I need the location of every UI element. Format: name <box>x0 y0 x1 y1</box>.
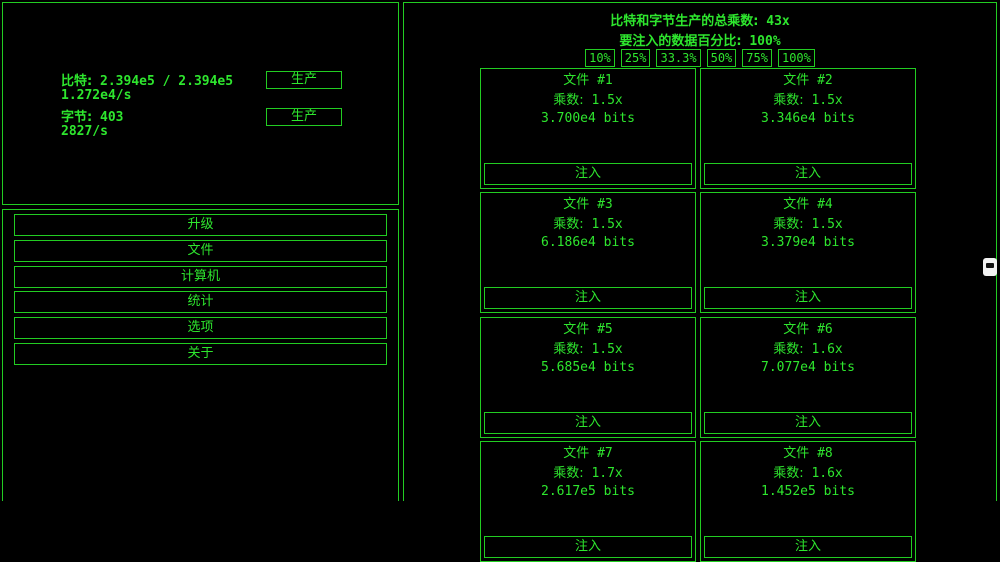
percent-options: 10% 25% 33.3% 50% 75% 100% <box>404 49 996 67</box>
produce-bits-button[interactable]: 生产 <box>266 71 342 89</box>
bits-resource: 比特: 2.394e5 / 2.394e5 1.272e4/s <box>61 75 233 103</box>
percent-50-button[interactable]: 50% <box>706 49 737 67</box>
total-multiplier-label: 比特和字节生产的总乘数: <box>610 14 759 29</box>
file-bits: 3.379e4 bits <box>761 235 855 250</box>
percent-10-button[interactable]: 10% <box>585 49 615 67</box>
file-multiplier-label: 乘数: <box>553 93 584 108</box>
file-multiplier-label: 乘数: <box>773 466 804 481</box>
file-card-1: 文件 #1 乘数: 1.5x 3.700e4 bits 注入 <box>480 68 696 189</box>
inject-button[interactable]: 注入 <box>484 536 692 558</box>
file-number: #7 <box>597 446 613 461</box>
file-multiplier-label: 乘数: <box>553 217 584 232</box>
file-number: #2 <box>817 73 833 88</box>
bytes-label: 字节: <box>61 110 93 125</box>
percent-100-button[interactable]: 100% <box>777 49 815 67</box>
percent-75-button[interactable]: 75% <box>742 49 772 67</box>
percent-33-button[interactable]: 33.3% <box>656 49 701 67</box>
file-card-5: 文件 #5 乘数: 1.5x 5.685e4 bits 注入 <box>480 317 696 438</box>
inject-button[interactable]: 注入 <box>704 412 912 434</box>
bits-rate: 1.272e4/s <box>61 88 132 103</box>
inject-percent-value: 100% <box>749 34 781 49</box>
file-multiplier-label: 乘数: <box>773 342 804 357</box>
file-bits: 7.077e4 bits <box>761 360 855 375</box>
file-number: #6 <box>817 322 833 337</box>
total-multiplier-value: 43x <box>766 14 790 29</box>
file-number: #5 <box>597 322 613 337</box>
nav-stats-button[interactable]: 统计 <box>14 291 387 313</box>
file-bits: 6.186e4 bits <box>541 235 635 250</box>
file-number: #1 <box>597 73 613 88</box>
file-multiplier: 1.6x <box>811 466 843 481</box>
file-name: 文件 <box>563 322 590 337</box>
nav-about-button[interactable]: 关于 <box>14 343 387 365</box>
file-multiplier: 1.5x <box>811 217 843 232</box>
file-bits: 3.700e4 bits <box>541 111 635 126</box>
bytes-rate: 2827/s <box>61 124 108 139</box>
file-number: #3 <box>597 197 613 212</box>
inject-button[interactable]: 注入 <box>484 287 692 309</box>
file-bits: 2.617e5 bits <box>541 484 635 499</box>
file-name: 文件 <box>563 197 590 212</box>
bytes-resource: 字节: 403 2827/s <box>61 111 124 139</box>
file-multiplier: 1.5x <box>591 342 623 357</box>
inject-percent: 要注入的数据百分比: 100% <box>404 30 996 49</box>
file-card-8: 文件 #8 乘数: 1.6x 1.452e5 bits 注入 <box>700 441 916 562</box>
file-card-4: 文件 #4 乘数: 1.5x 3.379e4 bits 注入 <box>700 192 916 313</box>
file-number: #4 <box>817 197 833 212</box>
inject-button[interactable]: 注入 <box>704 287 912 309</box>
file-multiplier-label: 乘数: <box>553 342 584 357</box>
file-card-2: 文件 #2 乘数: 1.5x 3.346e4 bits 注入 <box>700 68 916 189</box>
percent-25-button[interactable]: 25% <box>620 49 651 67</box>
bits-value: 2.394e5 / 2.394e5 <box>100 74 234 89</box>
nav-files-button[interactable]: 文件 <box>14 240 387 262</box>
file-name: 文件 <box>783 322 810 337</box>
inject-percent-label: 要注入的数据百分比: <box>619 34 742 49</box>
file-multiplier: 1.5x <box>811 93 843 108</box>
file-multiplier-label: 乘数: <box>773 93 804 108</box>
nav-upgrades-button[interactable]: 升级 <box>14 214 387 236</box>
file-multiplier: 1.5x <box>591 93 623 108</box>
bits-label: 比特: <box>61 74 93 89</box>
file-multiplier-label: 乘数: <box>773 217 804 232</box>
total-multiplier: 比特和字节生产的总乘数: 43x <box>404 10 996 29</box>
production-panel: 比特: 2.394e5 / 2.394e5 1.272e4/s 生产 字节: 4… <box>2 2 399 205</box>
file-number: #8 <box>817 446 833 461</box>
file-name: 文件 <box>783 197 810 212</box>
bytes-value: 403 <box>100 110 124 125</box>
file-multiplier: 1.6x <box>811 342 843 357</box>
inject-button[interactable]: 注入 <box>704 163 912 185</box>
file-name: 文件 <box>563 73 590 88</box>
file-bits: 5.685e4 bits <box>541 360 635 375</box>
file-bits: 1.452e5 bits <box>761 484 855 499</box>
files-panel: 比特和字节生产的总乘数: 43x 要注入的数据百分比: 100% 10% 25%… <box>403 2 997 562</box>
inject-button[interactable]: 注入 <box>484 412 692 434</box>
nav-options-button[interactable]: 选项 <box>14 317 387 339</box>
inject-button[interactable]: 注入 <box>704 536 912 558</box>
file-card-6: 文件 #6 乘数: 1.6x 7.077e4 bits 注入 <box>700 317 916 438</box>
file-multiplier-label: 乘数: <box>553 466 584 481</box>
inject-button[interactable]: 注入 <box>484 163 692 185</box>
file-multiplier: 1.5x <box>591 217 623 232</box>
nav-computer-button[interactable]: 计算机 <box>14 266 387 288</box>
file-name: 文件 <box>783 446 810 461</box>
file-name: 文件 <box>783 73 810 88</box>
scrollbar-handle[interactable] <box>983 258 997 276</box>
produce-bytes-button[interactable]: 生产 <box>266 108 342 126</box>
file-name: 文件 <box>563 446 590 461</box>
file-card-3: 文件 #3 乘数: 1.5x 6.186e4 bits 注入 <box>480 192 696 313</box>
file-card-7: 文件 #7 乘数: 1.7x 2.617e5 bits 注入 <box>480 441 696 562</box>
file-bits: 3.346e4 bits <box>761 111 855 126</box>
file-multiplier: 1.7x <box>591 466 623 481</box>
navigation-panel: 升级 文件 计算机 统计 选项 关于 <box>2 209 399 501</box>
